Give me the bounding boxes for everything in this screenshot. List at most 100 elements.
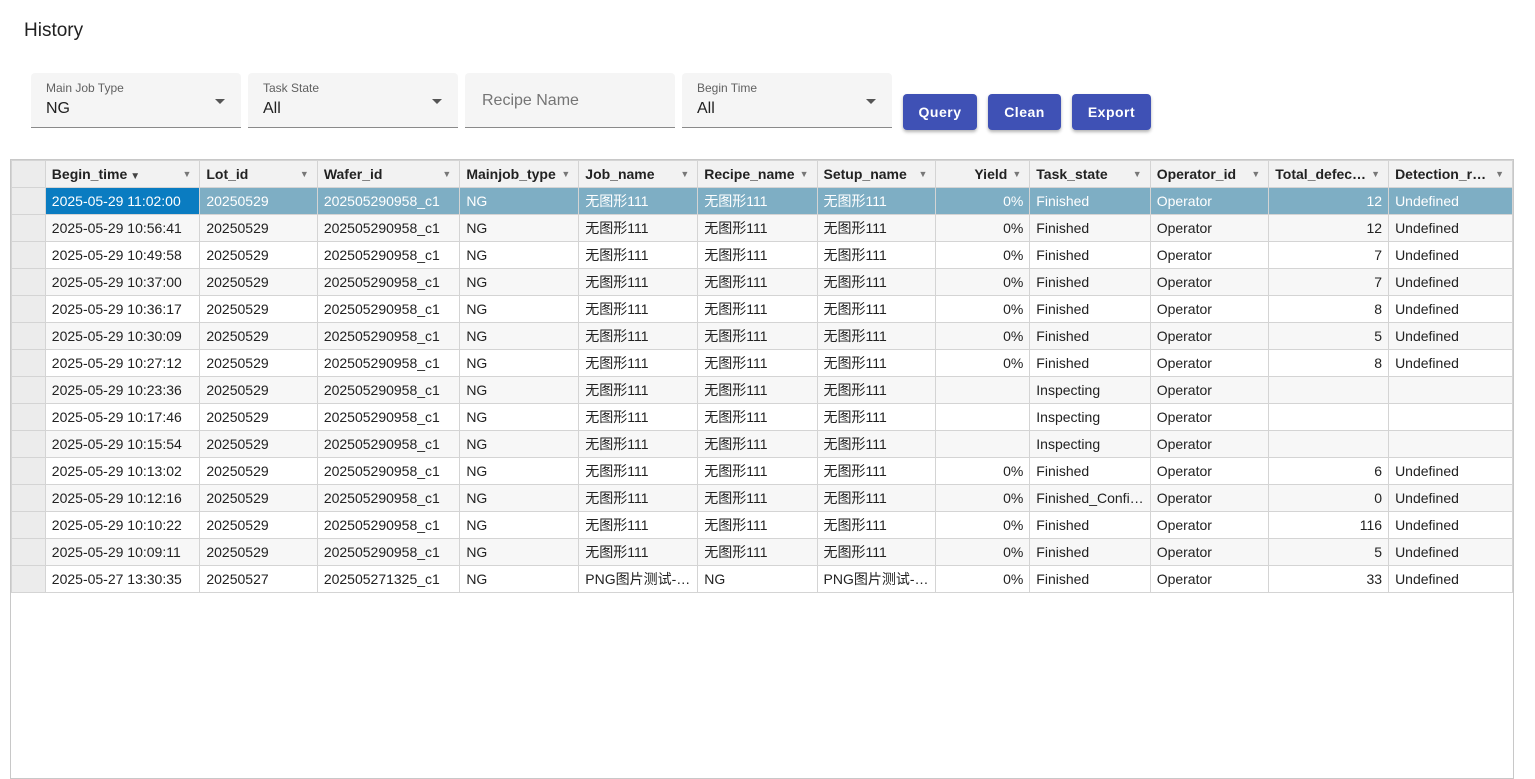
- table-cell[interactable]: NG: [459, 484, 580, 512]
- recipe-name-field[interactable]: [465, 73, 675, 128]
- query-button[interactable]: Query: [903, 94, 977, 130]
- table-cell[interactable]: NG: [459, 268, 580, 296]
- export-button[interactable]: Export: [1072, 94, 1151, 130]
- column-header[interactable]: Operator_id ▼: [1149, 160, 1270, 188]
- table-row[interactable]: 2025-05-29 10:27:12 20250529 202505290958_…: [11, 349, 1513, 377]
- column-header[interactable]: Mainjob_type ▼: [459, 160, 580, 188]
- table-cell[interactable]: 20250529: [199, 295, 318, 323]
- table-cell[interactable]: 0%: [935, 511, 1031, 539]
- table-cell[interactable]: 0%: [935, 349, 1031, 377]
- table-cell[interactable]: 2025-05-29 10:23:36: [44, 376, 201, 404]
- table-cell[interactable]: Operator: [1149, 187, 1270, 215]
- table-cell[interactable]: 2025-05-29 10:15:54: [44, 430, 201, 458]
- table-cell[interactable]: 2025-05-29 11:02:00: [44, 187, 201, 215]
- table-cell[interactable]: Undefined: [1388, 484, 1513, 512]
- table-cell[interactable]: NG: [459, 376, 580, 404]
- table-cell[interactable]: 12: [1268, 214, 1390, 242]
- table-cell[interactable]: 20250527: [199, 565, 318, 593]
- row-header[interactable]: [11, 295, 46, 323]
- filter-icon[interactable]: ▼: [442, 169, 451, 179]
- table-row[interactable]: 2025-05-29 10:49:58 20250529 202505290958_…: [11, 241, 1513, 269]
- table-cell[interactable]: [935, 403, 1031, 431]
- table-cell[interactable]: 202505290958_c1: [316, 268, 461, 296]
- table-cell[interactable]: 无图形111: [578, 322, 699, 350]
- column-header[interactable]: Wafer_id ▼: [316, 160, 461, 188]
- table-cell[interactable]: Undefined: [1388, 214, 1513, 242]
- table-cell[interactable]: 2025-05-29 10:12:16: [44, 484, 201, 512]
- table-cell[interactable]: 无图形111: [697, 295, 818, 323]
- row-header[interactable]: [11, 403, 46, 431]
- table-cell[interactable]: Operator: [1149, 430, 1270, 458]
- table-cell[interactable]: 0%: [935, 295, 1031, 323]
- table-cell[interactable]: 无图形111: [816, 241, 937, 269]
- table-cell[interactable]: 20250529: [199, 457, 318, 485]
- table-cell[interactable]: 0%: [935, 484, 1031, 512]
- filter-icon[interactable]: ▼: [182, 169, 191, 179]
- table-cell[interactable]: 无图形111: [816, 268, 937, 296]
- table-row[interactable]: 2025-05-29 10:12:16 20250529 202505290958_…: [11, 484, 1513, 512]
- table-cell[interactable]: 无图形111: [697, 430, 818, 458]
- table-cell[interactable]: [935, 376, 1031, 404]
- table-cell[interactable]: 202505290958_c1: [316, 403, 461, 431]
- table-cell[interactable]: Undefined: [1388, 241, 1513, 269]
- row-header[interactable]: [11, 565, 46, 593]
- table-cell[interactable]: 202505271325_c1: [316, 565, 461, 593]
- row-header[interactable]: [11, 538, 46, 566]
- table-cell[interactable]: 无图形111: [697, 268, 818, 296]
- filter-icon[interactable]: ▼: [1371, 169, 1380, 179]
- table-cell[interactable]: 无图形111: [697, 484, 818, 512]
- table-cell[interactable]: Inspecting: [1029, 430, 1151, 458]
- table-cell[interactable]: 无图形111: [697, 187, 818, 215]
- table-cell[interactable]: Operator: [1149, 322, 1270, 350]
- table-cell[interactable]: 202505290958_c1: [316, 376, 461, 404]
- table-cell[interactable]: 0%: [935, 457, 1031, 485]
- table-cell[interactable]: 2025-05-29 10:09:11: [44, 538, 201, 566]
- table-cell[interactable]: 无图形111: [697, 511, 818, 539]
- table-cell[interactable]: 无图形111: [697, 457, 818, 485]
- table-cell[interactable]: 20250529: [199, 484, 318, 512]
- table-cell[interactable]: 6: [1268, 457, 1390, 485]
- column-header[interactable]: Detection_r… ▼: [1388, 160, 1513, 188]
- row-header[interactable]: [11, 214, 46, 242]
- table-cell[interactable]: 5: [1268, 322, 1390, 350]
- table-cell[interactable]: 20250529: [199, 430, 318, 458]
- table-cell[interactable]: 无图形111: [578, 214, 699, 242]
- column-header[interactable]: Setup_name ▼: [816, 160, 937, 188]
- table-cell[interactable]: 202505290958_c1: [316, 430, 461, 458]
- table-row[interactable]: 2025-05-29 10:56:41 20250529 202505290958_…: [11, 214, 1513, 242]
- table-cell[interactable]: 0%: [935, 322, 1031, 350]
- table-cell[interactable]: 8: [1268, 349, 1390, 377]
- table-cell[interactable]: Undefined: [1388, 457, 1513, 485]
- table-cell[interactable]: 202505290958_c1: [316, 187, 461, 215]
- table-cell[interactable]: 20250529: [199, 376, 318, 404]
- row-header[interactable]: [11, 457, 46, 485]
- table-cell[interactable]: 20250529: [199, 322, 318, 350]
- table-cell[interactable]: Undefined: [1388, 322, 1513, 350]
- table-row[interactable]: 2025-05-29 10:37:00 20250529 202505290958_…: [11, 268, 1513, 296]
- table-cell[interactable]: 5: [1268, 538, 1390, 566]
- table-cell[interactable]: 33: [1268, 565, 1390, 593]
- table-row[interactable]: 2025-05-29 10:09:11 20250529 202505290958_…: [11, 538, 1513, 566]
- table-cell[interactable]: Undefined: [1388, 295, 1513, 323]
- table-cell[interactable]: 无图形111: [578, 484, 699, 512]
- table-cell[interactable]: Operator: [1149, 214, 1270, 242]
- table-cell[interactable]: 无图形111: [697, 349, 818, 377]
- table-cell[interactable]: 202505290958_c1: [316, 349, 461, 377]
- table-cell[interactable]: 2025-05-29 10:10:22: [44, 511, 201, 539]
- table-cell[interactable]: Finished: [1029, 187, 1151, 215]
- row-header[interactable]: [11, 187, 46, 215]
- table-cell[interactable]: 12: [1268, 187, 1390, 215]
- table-cell[interactable]: 无图形111: [816, 376, 937, 404]
- table-row[interactable]: 2025-05-29 10:36:17 20250529 202505290958_…: [11, 295, 1513, 323]
- table-cell[interactable]: NG: [459, 430, 580, 458]
- table-cell[interactable]: [1268, 430, 1390, 458]
- table-cell[interactable]: 无图形111: [816, 349, 937, 377]
- table-cell[interactable]: 2025-05-29 10:49:58: [44, 241, 201, 269]
- table-cell[interactable]: 无图形111: [578, 241, 699, 269]
- row-header[interactable]: [11, 511, 46, 539]
- table-cell[interactable]: Inspecting: [1029, 376, 1151, 404]
- table-row[interactable]: 2025-05-29 10:30:09 20250529 202505290958_…: [11, 322, 1513, 350]
- table-cell[interactable]: Finished: [1029, 268, 1151, 296]
- table-cell[interactable]: 无图形111: [697, 214, 818, 242]
- table-cell[interactable]: Undefined: [1388, 268, 1513, 296]
